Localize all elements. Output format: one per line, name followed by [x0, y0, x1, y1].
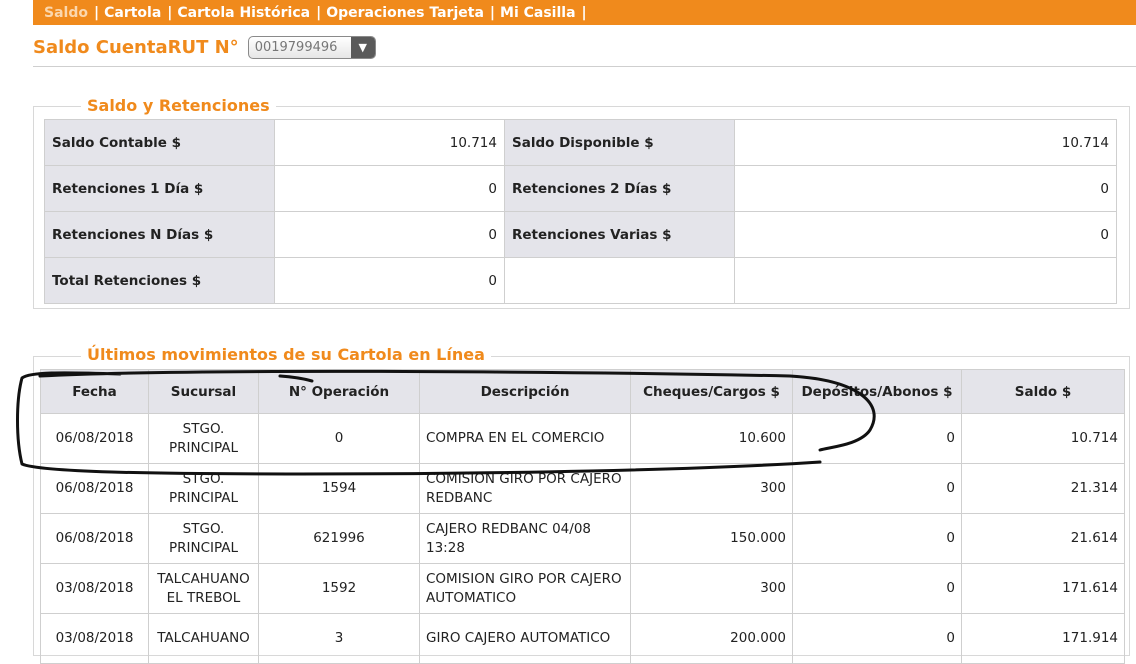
cell-operacion: 3	[258, 613, 420, 664]
cell-operacion: 621996	[258, 513, 420, 564]
col-header-saldo: Saldo $	[961, 369, 1125, 414]
retenciones-1-dia-label: Retenciones 1 Día $	[44, 165, 275, 212]
saldo-disponible-label: Saldo Disponible $	[504, 119, 735, 166]
table-row: 03/08/2018 TALCAHUANO EL TREBOL 1592 COM…	[40, 563, 1125, 614]
cell-sucursal: TALCAHUANO EL TREBOL	[148, 563, 259, 614]
table-row: Saldo Contable $ 10.714 Saldo Disponible…	[44, 119, 1117, 166]
cell-fecha: 06/08/2018	[40, 463, 149, 514]
nav-separator: |	[489, 4, 496, 21]
cell-sucursal: TALCAHUANO	[148, 613, 259, 664]
cell-descripcion: CAJERO REDBANC 04/08 13:28	[419, 513, 631, 564]
cell-cargos: 150.000	[630, 513, 793, 564]
table-row: Retenciones N Días $ 0 Retenciones Varia…	[44, 211, 1117, 258]
col-header-abonos: Depósitos/Abonos $	[792, 369, 962, 414]
page-title: Saldo CuentaRUT N°	[33, 36, 239, 58]
movimientos-legend: Últimos movimientos de su Cartola en Lín…	[81, 345, 491, 364]
total-retenciones-value: 0	[274, 257, 505, 304]
cell-operacion: 1594	[258, 463, 420, 514]
cell-saldo: 21.314	[961, 463, 1125, 514]
top-nav: Saldo | Cartola | Cartola Histórica | Op…	[33, 0, 1136, 25]
table-row: 06/08/2018 STGO. PRINCIPAL 0 COMPRA EN E…	[40, 413, 1125, 464]
cell-sucursal: STGO. PRINCIPAL	[148, 513, 259, 564]
col-header-descripcion: Descripción	[419, 369, 631, 414]
cell-cargos: 200.000	[630, 613, 793, 664]
retenciones-2-dias-label: Retenciones 2 Días $	[504, 165, 735, 212]
total-retenciones-label: Total Retenciones $	[44, 257, 275, 304]
cell-fecha: 06/08/2018	[40, 513, 149, 564]
cell-cargos: 300	[630, 563, 793, 614]
chevron-down-icon[interactable]: ▼	[350, 36, 375, 58]
cell-abonos: 0	[792, 413, 962, 464]
table-row: Total Retenciones $ 0	[44, 257, 1117, 304]
cell-fecha: 03/08/2018	[40, 613, 149, 664]
col-header-fecha: Fecha	[40, 369, 149, 414]
saldo-table: Saldo Contable $ 10.714 Saldo Disponible…	[44, 119, 1117, 304]
cell-abonos: 0	[792, 613, 962, 664]
retenciones-n-dias-value: 0	[274, 211, 505, 258]
nav-item-operaciones-tarjeta[interactable]: Operaciones Tarjeta	[326, 5, 484, 21]
nav-item-cartola[interactable]: Cartola	[104, 5, 161, 21]
nav-separator: |	[93, 4, 100, 21]
saldo-legend: Saldo y Retenciones	[81, 96, 276, 115]
movimientos-table: Fecha Sucursal N° Operación Descripción …	[40, 369, 1125, 664]
retenciones-varias-label: Retenciones Varias $	[504, 211, 735, 258]
cell-cargos: 10.600	[630, 413, 793, 464]
cell-saldo: 21.614	[961, 513, 1125, 564]
saldo-contable-value: 10.714	[274, 119, 505, 166]
saldo-contable-label: Saldo Contable $	[44, 119, 275, 166]
retenciones-1-dia-value: 0	[274, 165, 505, 212]
nav-separator: |	[581, 4, 587, 21]
col-header-sucursal: Sucursal	[148, 369, 259, 414]
cell-descripcion: COMISION GIRO POR CAJERO REDBANC	[419, 463, 631, 514]
nav-item-saldo[interactable]: Saldo	[44, 5, 88, 21]
cell-saldo: 171.614	[961, 563, 1125, 614]
cell-descripcion: COMISION GIRO POR CAJERO AUTOMATICO	[419, 563, 631, 614]
nav-item-mi-casilla[interactable]: Mi Casilla	[500, 5, 576, 21]
cell-operacion: 1592	[258, 563, 420, 614]
cell-operacion: 0	[258, 413, 420, 464]
cell-abonos: 0	[792, 463, 962, 514]
cell-saldo: 171.914	[961, 613, 1125, 664]
empty-cell	[734, 257, 1117, 304]
col-header-operacion: N° Operación	[258, 369, 420, 414]
cell-descripcion: GIRO CAJERO AUTOMATICO	[419, 613, 631, 664]
retenciones-n-dias-label: Retenciones N Días $	[44, 211, 275, 258]
account-select[interactable]: 0019799496 ▼	[247, 35, 376, 59]
cell-abonos: 0	[792, 563, 962, 614]
cell-cargos: 300	[630, 463, 793, 514]
table-row: Retenciones 1 Día $ 0 Retenciones 2 Días…	[44, 165, 1117, 212]
saldo-disponible-value: 10.714	[734, 119, 1117, 166]
account-number: 0019799496	[254, 39, 338, 55]
title-divider	[33, 66, 1136, 67]
nav-separator: |	[167, 4, 173, 21]
retenciones-2-dias-value: 0	[734, 165, 1117, 212]
cell-fecha: 03/08/2018	[40, 563, 149, 614]
title-row: Saldo CuentaRUT N° 0019799496 ▼	[33, 34, 376, 60]
nav-item-cartola-historica[interactable]: Cartola Histórica	[177, 5, 310, 21]
nav-separator: |	[316, 4, 322, 21]
table-row: 06/08/2018 STGO. PRINCIPAL 1594 COMISION…	[40, 463, 1125, 514]
retenciones-varias-value: 0	[734, 211, 1117, 258]
cell-sucursal: STGO. PRINCIPAL	[148, 413, 259, 464]
table-row: 06/08/2018 STGO. PRINCIPAL 621996 CAJERO…	[40, 513, 1125, 564]
cell-sucursal: STGO. PRINCIPAL	[148, 463, 259, 514]
table-header-row: Fecha Sucursal N° Operación Descripción …	[40, 369, 1125, 414]
empty-cell	[504, 257, 735, 304]
table-row: 03/08/2018 TALCAHUANO 3 GIRO CAJERO AUTO…	[40, 613, 1125, 664]
cell-saldo: 10.714	[961, 413, 1125, 464]
cell-fecha: 06/08/2018	[40, 413, 149, 464]
col-header-cargos: Cheques/Cargos $	[630, 369, 793, 414]
cell-abonos: 0	[792, 513, 962, 564]
cell-descripcion: COMPRA EN EL COMERCIO	[419, 413, 631, 464]
